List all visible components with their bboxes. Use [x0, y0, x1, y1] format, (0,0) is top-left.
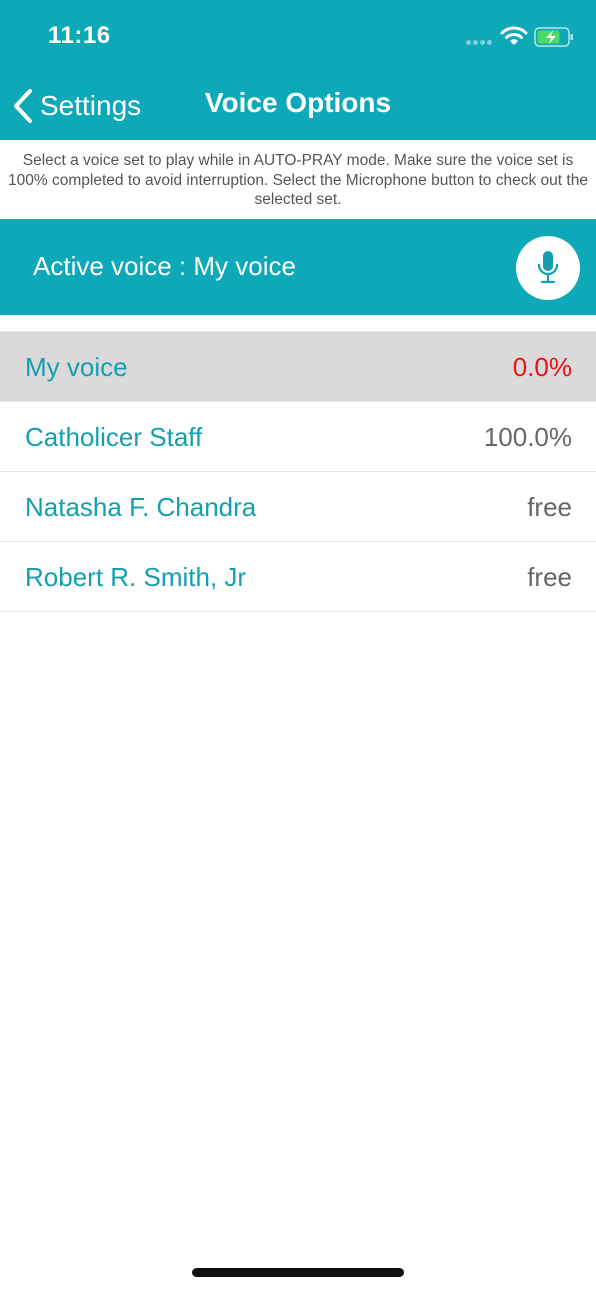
active-voice-label: Active voice : My voice	[33, 251, 296, 281]
voice-progress: 100.0%	[483, 422, 572, 452]
voice-price: free	[527, 492, 572, 522]
voice-list: My voice 0.0% Catholicer Staff 100.0% Na…	[0, 331, 596, 612]
voice-price: free	[527, 562, 572, 592]
home-indicator[interactable]	[192, 1268, 404, 1277]
active-voice-bar: Active voice : My voice	[0, 219, 596, 315]
voice-row-my-voice[interactable]: My voice 0.0%	[0, 332, 596, 402]
cellular-signal-icon	[466, 40, 494, 46]
voice-row-catholicer-staff[interactable]: Catholicer Staff 100.0%	[0, 402, 596, 472]
voice-name: Catholicer Staff	[25, 422, 203, 452]
microphone-icon	[537, 251, 559, 284]
microphone-button[interactable]	[516, 236, 580, 300]
voice-name: Natasha F. Chandra	[25, 492, 257, 522]
status-bar: 11:16	[0, 0, 596, 72]
back-button-label: Settings	[40, 90, 142, 121]
status-time: 11:16	[48, 22, 111, 49]
voice-name: Robert R. Smith, Jr	[25, 562, 247, 592]
chevron-left-icon	[14, 89, 32, 123]
wifi-icon	[500, 26, 528, 45]
voice-row-robert-r-smith-jr[interactable]: Robert R. Smith, Jr free	[0, 542, 596, 612]
instructions-text: Select a voice set to play while in AUTO…	[0, 140, 596, 219]
battery-charging-icon	[534, 27, 573, 47]
voice-row-natasha-f-chandra[interactable]: Natasha F. Chandra free	[0, 472, 596, 542]
voice-name: My voice	[25, 352, 128, 382]
back-button[interactable]: Settings	[12, 86, 141, 126]
navigation-bar: Voice Options Settings	[0, 72, 596, 140]
voice-progress: 0.0%	[512, 352, 572, 382]
